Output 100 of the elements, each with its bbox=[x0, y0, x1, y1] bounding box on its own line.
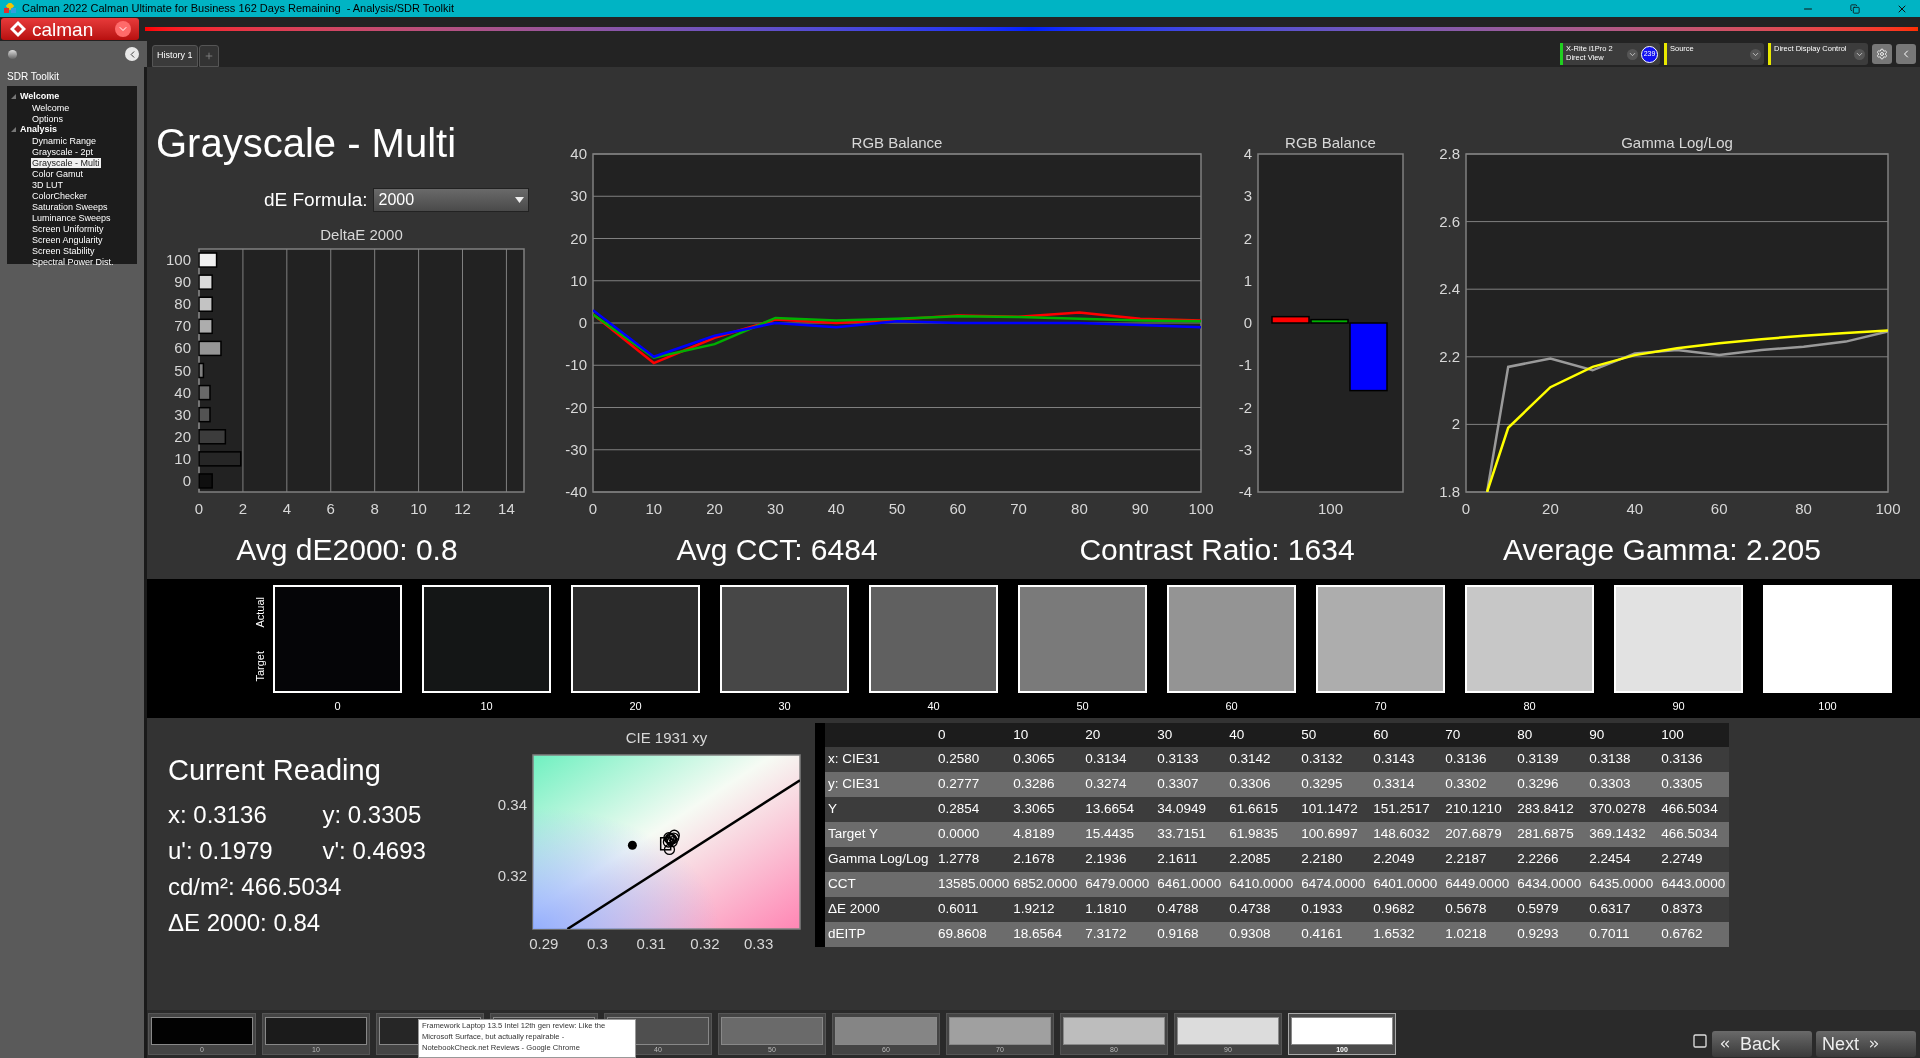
swatch-label: 80 bbox=[1523, 699, 1536, 714]
axis-label: 0.29 bbox=[529, 935, 559, 952]
table-cell: 2.2085 bbox=[1225, 847, 1298, 872]
table-cell: 210.1210 bbox=[1441, 797, 1514, 822]
table-cell: 2.2187 bbox=[1441, 847, 1514, 872]
axis-label: 0 bbox=[1243, 314, 1252, 331]
axis-label: 0 bbox=[194, 500, 204, 517]
axis-label: 10 bbox=[410, 500, 427, 517]
swatch-label: 100 bbox=[1818, 699, 1837, 714]
column-header: 70 bbox=[1441, 723, 1514, 747]
axis-label: -40 bbox=[565, 483, 587, 500]
axis-label: -2 bbox=[1238, 398, 1252, 416]
row-label: Target bbox=[252, 650, 267, 682]
table-cell: 6434.0000 bbox=[1513, 872, 1586, 897]
column-header: 40 bbox=[1225, 723, 1298, 747]
field-label: dE Formula: bbox=[264, 187, 368, 212]
axis-label: 90 bbox=[174, 273, 191, 291]
axis-label: 4 bbox=[1243, 145, 1252, 162]
table-cell: 370.0278 bbox=[1585, 797, 1658, 822]
table-cell: 0.9168 bbox=[1153, 922, 1226, 947]
table-cell: 0.3307 bbox=[1153, 772, 1226, 797]
table-cell: 33.7151 bbox=[1153, 822, 1226, 847]
column-header: 50 bbox=[1297, 723, 1370, 747]
reading-value: x: 0.3136 bbox=[168, 800, 268, 830]
axis-label: 0.32 bbox=[690, 935, 720, 952]
table-cell: 101.1472 bbox=[1297, 797, 1370, 822]
column-header: 60 bbox=[1369, 723, 1442, 747]
axis-label: 8 bbox=[370, 500, 379, 517]
table-cell: 61.9835 bbox=[1225, 822, 1298, 847]
table-cell: 0.4738 bbox=[1225, 897, 1298, 922]
swatch-label: 70 bbox=[1374, 699, 1387, 714]
column-header: 80 bbox=[1513, 723, 1586, 747]
axis-label: 90 bbox=[1131, 500, 1149, 517]
table-cell: 15.4435 bbox=[1081, 822, 1154, 847]
reading-value: cd/m²: 466.5034 bbox=[168, 872, 342, 902]
axis-label: 20 bbox=[706, 500, 723, 517]
table-cell: 0.3139 bbox=[1513, 747, 1586, 772]
axis-label: 2.6 bbox=[1439, 212, 1460, 230]
axis-label: 70 bbox=[174, 317, 191, 335]
table-cell: 6449.0000 bbox=[1441, 872, 1514, 897]
column-header: 100 bbox=[1657, 723, 1730, 747]
axis-label: 10 bbox=[174, 449, 191, 467]
table-cell: 0.4788 bbox=[1153, 897, 1226, 922]
table-cell: 0.2854 bbox=[934, 797, 1010, 822]
table-cell: 0.3302 bbox=[1441, 772, 1514, 797]
table-cell: 6435.0000 bbox=[1585, 872, 1658, 897]
table-cell: 1.9212 bbox=[1009, 897, 1082, 922]
table-cell: 0.8373 bbox=[1657, 897, 1730, 922]
reading-value: y: 0.3305 bbox=[322, 800, 423, 830]
column-header: 30 bbox=[1153, 723, 1226, 747]
table-cell: 0.4161 bbox=[1297, 922, 1370, 947]
table-cell: 0.9293 bbox=[1513, 922, 1586, 947]
table-cell: 6443.0000 bbox=[1657, 872, 1730, 897]
table-cell: 2.2049 bbox=[1369, 847, 1442, 872]
table-cell: 0.3138 bbox=[1585, 747, 1658, 772]
axis-label: 30 bbox=[174, 405, 191, 423]
chart-title: RGB Balance bbox=[851, 134, 943, 151]
axis-label: 60 bbox=[174, 339, 191, 357]
axis-label: 4 bbox=[282, 500, 291, 517]
summary-value: Contrast Ratio: 1634 bbox=[1079, 535, 1355, 565]
table-cell: 0.3132 bbox=[1297, 747, 1370, 772]
axis-label: 70 bbox=[1010, 500, 1027, 517]
axis-label: 20 bbox=[174, 427, 191, 445]
table-cell: 1.2778 bbox=[934, 847, 1010, 872]
axis-label: 0.31 bbox=[636, 935, 666, 952]
column-header: 10 bbox=[1009, 723, 1082, 747]
table-cell: 2.2180 bbox=[1297, 847, 1370, 872]
table-cell: 0.3286 bbox=[1009, 772, 1082, 797]
table-cell: 0.3143 bbox=[1369, 747, 1442, 772]
axis-label: 40 bbox=[827, 500, 845, 517]
table-cell: 6410.0000 bbox=[1225, 872, 1298, 897]
table-cell: 2.2266 bbox=[1513, 847, 1586, 872]
table-cell: 3.3065 bbox=[1009, 797, 1082, 822]
axis-label: 50 bbox=[174, 361, 191, 379]
sidebar-title: SDR Toolkit bbox=[7, 70, 61, 84]
table-cell: 369.1432 bbox=[1585, 822, 1658, 847]
table-cell: 0.3133 bbox=[1153, 747, 1226, 772]
axis-label: 20 bbox=[570, 229, 587, 247]
table-cell: 0.9682 bbox=[1369, 897, 1442, 922]
table-cell: 0.3296 bbox=[1513, 772, 1586, 797]
reading-value: v': 0.4693 bbox=[322, 836, 427, 866]
reading-value: ΔE 2000: 0.84 bbox=[168, 908, 321, 938]
table-cell: 466.5034 bbox=[1657, 797, 1730, 822]
axis-label: 12 bbox=[454, 500, 471, 517]
axis-label: 30 bbox=[767, 500, 784, 517]
table-cell: 2.2749 bbox=[1657, 847, 1730, 872]
table-cell: 7.3172 bbox=[1081, 922, 1154, 947]
table-cell: 0.5979 bbox=[1513, 897, 1586, 922]
axis-label: 2 bbox=[1451, 415, 1460, 433]
axis-label: 60 bbox=[1710, 500, 1728, 517]
table-cell: 2.1936 bbox=[1081, 847, 1154, 872]
axis-label: 50 bbox=[888, 500, 906, 517]
axis-label: 2.8 bbox=[1439, 145, 1460, 162]
chart-title: RGB Balance bbox=[1285, 134, 1376, 151]
table-cell: 0.0000 bbox=[934, 822, 1010, 847]
table-cell: 1.6532 bbox=[1369, 922, 1442, 947]
table-cell: 0.3295 bbox=[1297, 772, 1370, 797]
table-cell: 2.1678 bbox=[1009, 847, 1082, 872]
table-cell: 100.6997 bbox=[1297, 822, 1370, 847]
table-cell: 0.2777 bbox=[934, 772, 1010, 797]
